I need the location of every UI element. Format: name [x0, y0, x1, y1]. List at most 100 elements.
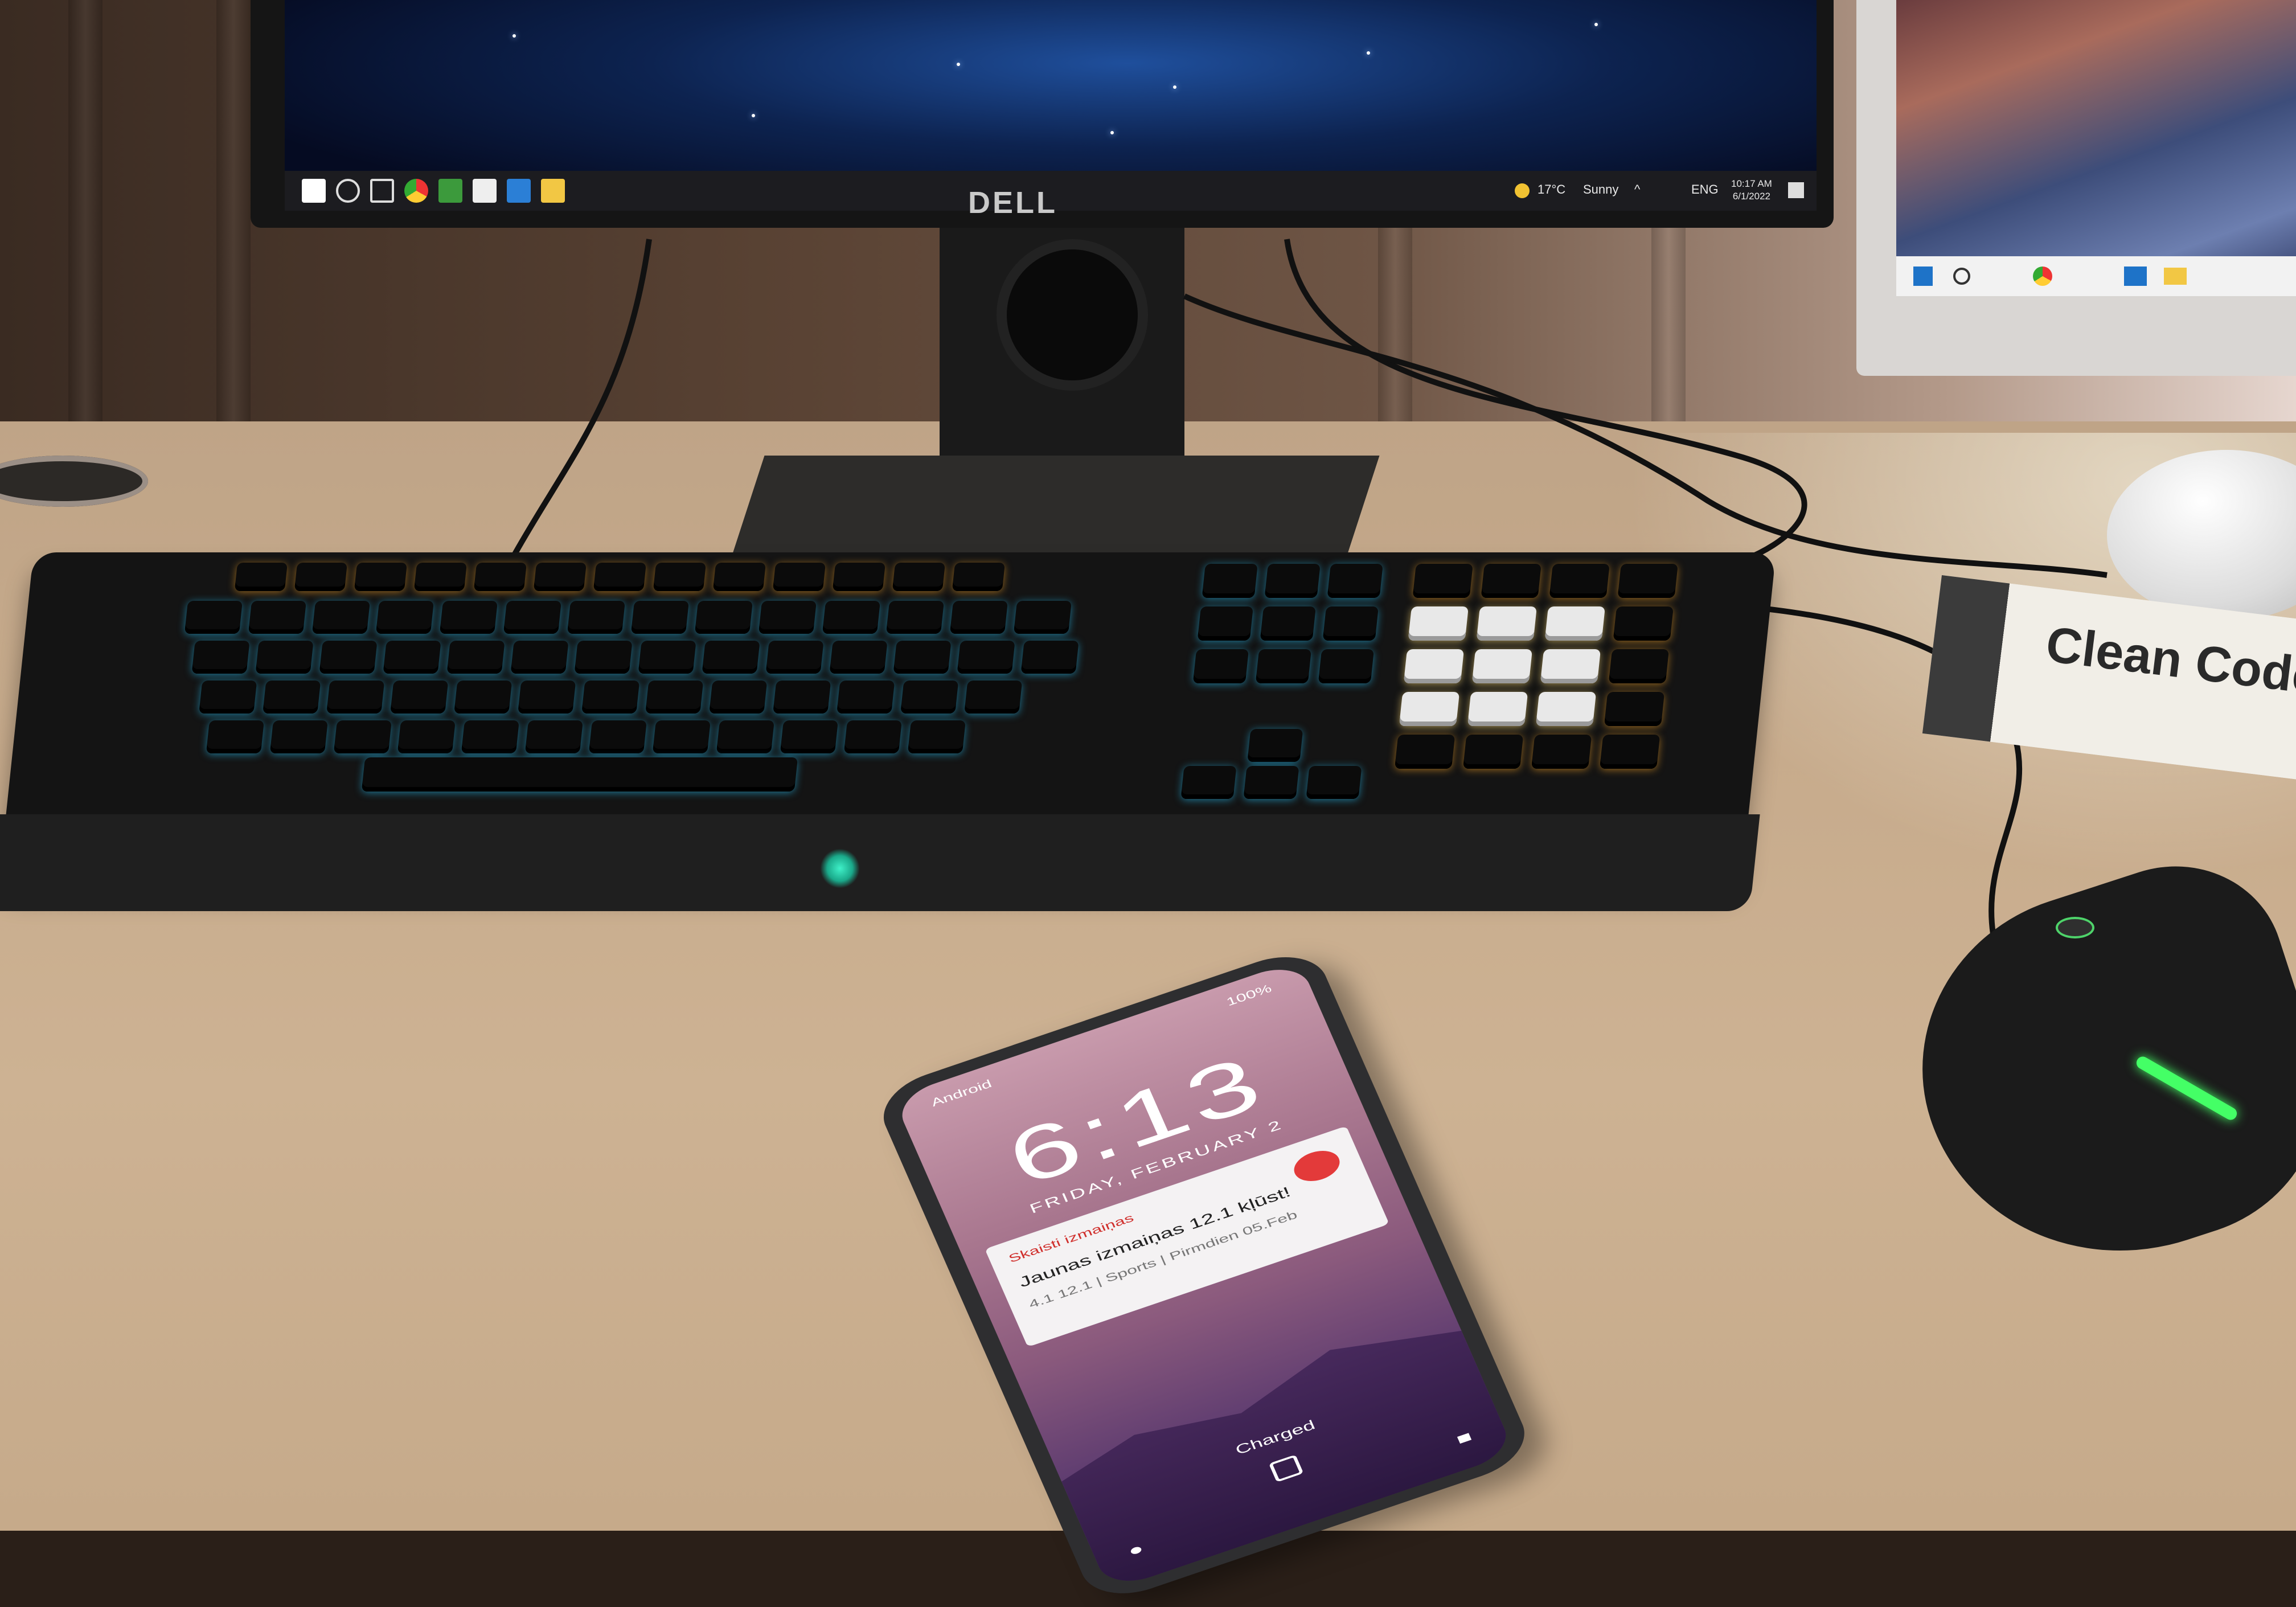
- alpha-key[interactable]: [454, 680, 512, 714]
- alpha-key[interactable]: [780, 720, 838, 753]
- alpha-key[interactable]: [326, 680, 385, 714]
- nav-key[interactable]: [1260, 606, 1316, 641]
- alpha-key[interactable]: [885, 601, 945, 634]
- alpha-key[interactable]: [333, 720, 392, 753]
- function-key[interactable]: [772, 563, 826, 591]
- alpha-key[interactable]: [248, 601, 307, 634]
- numpad-key[interactable]: [1549, 564, 1610, 598]
- alpha-key[interactable]: [390, 680, 449, 714]
- numpad-key[interactable]: [1467, 692, 1528, 726]
- alpha-key[interactable]: [758, 601, 817, 634]
- numpad-key[interactable]: [1604, 692, 1665, 726]
- alpha-key[interactable]: [206, 720, 264, 753]
- nav-key[interactable]: [1264, 564, 1321, 598]
- function-key[interactable]: [294, 563, 348, 591]
- phone-lock-screen[interactable]: Android 100% 6:13 FRIDAY, FEBRUARY 2 Ska…: [893, 960, 1515, 1591]
- alpha-key[interactable]: [900, 680, 959, 714]
- nav-key[interactable]: [1255, 649, 1312, 683]
- alpha-key[interactable]: [709, 680, 768, 714]
- space-bar[interactable]: [361, 757, 798, 792]
- nav-key[interactable]: [1318, 649, 1375, 683]
- function-key[interactable]: [234, 563, 288, 591]
- alpha-key[interactable]: [263, 680, 321, 714]
- numpad-key[interactable]: [1540, 649, 1601, 683]
- alpha-key[interactable]: [694, 601, 753, 634]
- numpad-key[interactable]: [1395, 735, 1456, 769]
- smartphone[interactable]: Android 100% 6:13 FRIDAY, FEBRUARY 2 Ska…: [871, 923, 1537, 1607]
- numpad-key[interactable]: [1408, 606, 1469, 641]
- alpha-key[interactable]: [191, 641, 250, 674]
- nav-key[interactable]: [1327, 564, 1383, 598]
- alpha-key[interactable]: [518, 680, 576, 714]
- function-key[interactable]: [593, 563, 647, 591]
- alpha-key[interactable]: [843, 720, 902, 753]
- function-key[interactable]: [533, 563, 587, 591]
- numpad-key[interactable]: [1399, 692, 1460, 726]
- alpha-key[interactable]: [638, 641, 696, 674]
- alpha-key[interactable]: [375, 601, 434, 634]
- numpad-key[interactable]: [1463, 735, 1524, 769]
- nav-key[interactable]: [1202, 564, 1258, 598]
- alpha-key[interactable]: [964, 680, 1023, 714]
- numpad-key[interactable]: [1531, 735, 1592, 769]
- nav-key[interactable]: [1192, 649, 1249, 683]
- alpha-key[interactable]: [397, 720, 456, 753]
- arrow-up-key[interactable]: [1247, 729, 1303, 762]
- alpha-key[interactable]: [773, 680, 831, 714]
- numpad-key[interactable]: [1481, 564, 1541, 598]
- function-key[interactable]: [473, 563, 527, 591]
- alpha-key[interactable]: [822, 601, 881, 634]
- numpad-key[interactable]: [1613, 606, 1674, 641]
- numpad-key[interactable]: [1600, 735, 1660, 769]
- function-key[interactable]: [413, 563, 468, 591]
- function-key[interactable]: [712, 563, 766, 591]
- alpha-key[interactable]: [567, 601, 626, 634]
- alpha-key[interactable]: [524, 720, 583, 753]
- alpha-key[interactable]: [383, 641, 441, 674]
- alpha-key[interactable]: [199, 680, 257, 714]
- alpha-key[interactable]: [907, 720, 966, 753]
- arrow-key[interactable]: [1180, 766, 1237, 799]
- alpha-key[interactable]: [184, 601, 243, 634]
- alpha-key[interactable]: [829, 641, 888, 674]
- alpha-key[interactable]: [311, 601, 371, 634]
- alpha-key[interactable]: [446, 641, 505, 674]
- alpha-key[interactable]: [1013, 601, 1072, 634]
- numpad-key[interactable]: [1608, 649, 1670, 683]
- alpha-key[interactable]: [319, 641, 378, 674]
- alpha-key[interactable]: [957, 641, 1015, 674]
- keyboard[interactable]: [0, 547, 1788, 917]
- alpha-key[interactable]: [269, 720, 328, 753]
- mouse-scroll-wheel[interactable]: [2056, 917, 2094, 938]
- alpha-key[interactable]: [439, 601, 498, 634]
- function-key[interactable]: [892, 563, 946, 591]
- alpha-key[interactable]: [652, 720, 711, 753]
- alpha-key[interactable]: [588, 720, 647, 753]
- alpha-key[interactable]: [1020, 641, 1079, 674]
- alpha-key[interactable]: [510, 641, 569, 674]
- nav-key[interactable]: [1322, 606, 1379, 641]
- alpha-key[interactable]: [255, 641, 314, 674]
- numpad-key[interactable]: [1403, 649, 1465, 683]
- arrow-key[interactable]: [1306, 766, 1362, 799]
- numpad-key[interactable]: [1476, 606, 1537, 641]
- function-key[interactable]: [952, 563, 1006, 591]
- alpha-key[interactable]: [949, 601, 1008, 634]
- alpha-key[interactable]: [503, 601, 562, 634]
- alpha-key[interactable]: [837, 680, 895, 714]
- alpha-key[interactable]: [893, 641, 952, 674]
- nav-key[interactable]: [1197, 606, 1253, 641]
- numpad-key[interactable]: [1617, 564, 1678, 598]
- function-key[interactable]: [653, 563, 707, 591]
- numpad-key[interactable]: [1544, 606, 1605, 641]
- alpha-key[interactable]: [702, 641, 760, 674]
- alpha-key[interactable]: [765, 641, 824, 674]
- alpha-key[interactable]: [716, 720, 774, 753]
- alpha-key[interactable]: [461, 720, 519, 753]
- alpha-key[interactable]: [645, 680, 704, 714]
- function-key[interactable]: [354, 563, 408, 591]
- alpha-key[interactable]: [581, 680, 640, 714]
- arrow-key[interactable]: [1243, 766, 1299, 799]
- function-key[interactable]: [832, 563, 886, 591]
- numpad-key[interactable]: [1471, 649, 1533, 683]
